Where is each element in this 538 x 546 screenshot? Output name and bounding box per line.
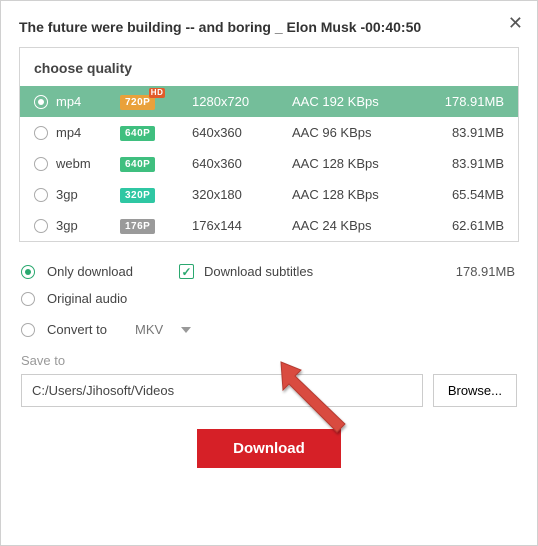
quality-row[interactable]: 3gp 176P 176x144 AAC 24 KBps 62.61MB (20, 210, 518, 241)
audio-label: AAC 128 KBps (292, 156, 416, 171)
quality-row[interactable]: webm 640P 640x360 AAC 128 KBps 83.91MB (20, 148, 518, 179)
resolution-badge: 640P (120, 124, 184, 141)
convert-format-value: MKV (135, 322, 163, 337)
options-area: Only download ✓ Download subtitles 178.9… (19, 264, 519, 468)
size-label: 83.91MB (424, 125, 504, 140)
option-label: Only download (47, 264, 133, 279)
audio-label: AAC 24 KBps (292, 218, 416, 233)
resolution-badge: 720PHD (120, 93, 184, 110)
selected-file-size: 178.91MB (456, 264, 515, 279)
resolution-label: 1280x720 (192, 94, 284, 109)
audio-label: AAC 96 KBps (292, 125, 416, 140)
radio-icon (34, 95, 48, 109)
download-subtitles-label: Download subtitles (204, 264, 313, 279)
radio-icon (34, 219, 48, 233)
radio-icon (21, 265, 35, 279)
chevron-down-icon (181, 327, 191, 333)
quality-panel: choose quality mp4 720PHD 1280x720 AAC 1… (19, 47, 519, 242)
radio-icon (34, 188, 48, 202)
resolution-label: 640x360 (192, 156, 284, 171)
browse-button[interactable]: Browse... (433, 374, 517, 407)
convert-format-select[interactable]: MKV (123, 318, 203, 341)
option-label: Original audio (47, 291, 127, 306)
format-label: webm (56, 156, 112, 171)
quality-header: choose quality (20, 48, 518, 86)
resolution-badge: 640P (120, 155, 184, 172)
radio-icon (34, 157, 48, 171)
resolution-label: 640x360 (192, 125, 284, 140)
format-label: 3gp (56, 187, 112, 202)
save-path-input[interactable] (21, 374, 423, 407)
option-only-download[interactable]: Only download ✓ Download subtitles 178.9… (21, 264, 517, 279)
size-label: 62.61MB (424, 218, 504, 233)
radio-icon (34, 126, 48, 140)
resolution-badge: 176P (120, 217, 184, 234)
audio-label: AAC 192 KBps (292, 94, 416, 109)
format-label: mp4 (56, 94, 112, 109)
hd-badge: HD (149, 88, 166, 98)
size-label: 178.91MB (424, 94, 504, 109)
download-button[interactable]: Download (197, 429, 341, 468)
radio-icon (21, 323, 35, 337)
size-label: 65.54MB (424, 187, 504, 202)
size-label: 83.91MB (424, 156, 504, 171)
resolution-badge: 320P (120, 186, 184, 203)
option-original-audio[interactable]: Original audio (21, 291, 517, 306)
quality-row[interactable]: 3gp 320P 320x180 AAC 128 KBps 65.54MB (20, 179, 518, 210)
resolution-label: 320x180 (192, 187, 284, 202)
quality-row[interactable]: mp4 640P 640x360 AAC 96 KBps 83.91MB (20, 117, 518, 148)
save-to-label: Save to (21, 353, 517, 368)
format-label: mp4 (56, 125, 112, 140)
quality-row[interactable]: mp4 720PHD 1280x720 AAC 192 KBps 178.91M… (20, 86, 518, 117)
page-title: The future were building -- and boring _… (19, 19, 519, 35)
format-label: 3gp (56, 218, 112, 233)
option-label: Convert to (47, 322, 107, 337)
option-convert-to[interactable]: Convert to MKV (21, 318, 517, 341)
audio-label: AAC 128 KBps (292, 187, 416, 202)
radio-icon (21, 292, 35, 306)
quality-table: mp4 720PHD 1280x720 AAC 192 KBps 178.91M… (20, 86, 518, 241)
close-icon[interactable]: ✕ (508, 13, 523, 34)
resolution-label: 176x144 (192, 218, 284, 233)
checkbox-download-subtitles[interactable]: ✓ (179, 264, 194, 279)
